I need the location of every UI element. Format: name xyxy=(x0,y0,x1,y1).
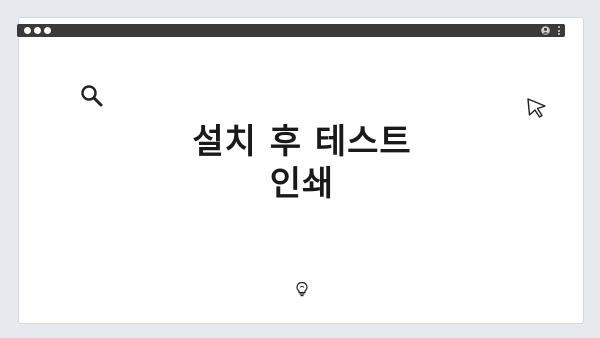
kebab-menu-icon[interactable] xyxy=(558,26,561,35)
minimize-dot[interactable] xyxy=(34,27,41,34)
maximize-dot[interactable] xyxy=(44,27,51,34)
lightbulb-icon xyxy=(296,281,308,297)
browser-titlebar xyxy=(17,24,565,37)
search-icon xyxy=(81,85,103,107)
close-dot[interactable] xyxy=(24,27,31,34)
window-controls xyxy=(24,27,51,34)
headline-line-2: 인쇄 xyxy=(269,164,335,204)
browser-window-card: 설치 후 테스트 인쇄 xyxy=(17,17,585,324)
profile-icon[interactable] xyxy=(541,26,550,35)
headline-line-1: 설치 후 테스트 xyxy=(192,122,412,162)
cursor-arrow-icon xyxy=(527,98,546,118)
page-title: 설치 후 테스트 인쇄 xyxy=(19,121,585,205)
